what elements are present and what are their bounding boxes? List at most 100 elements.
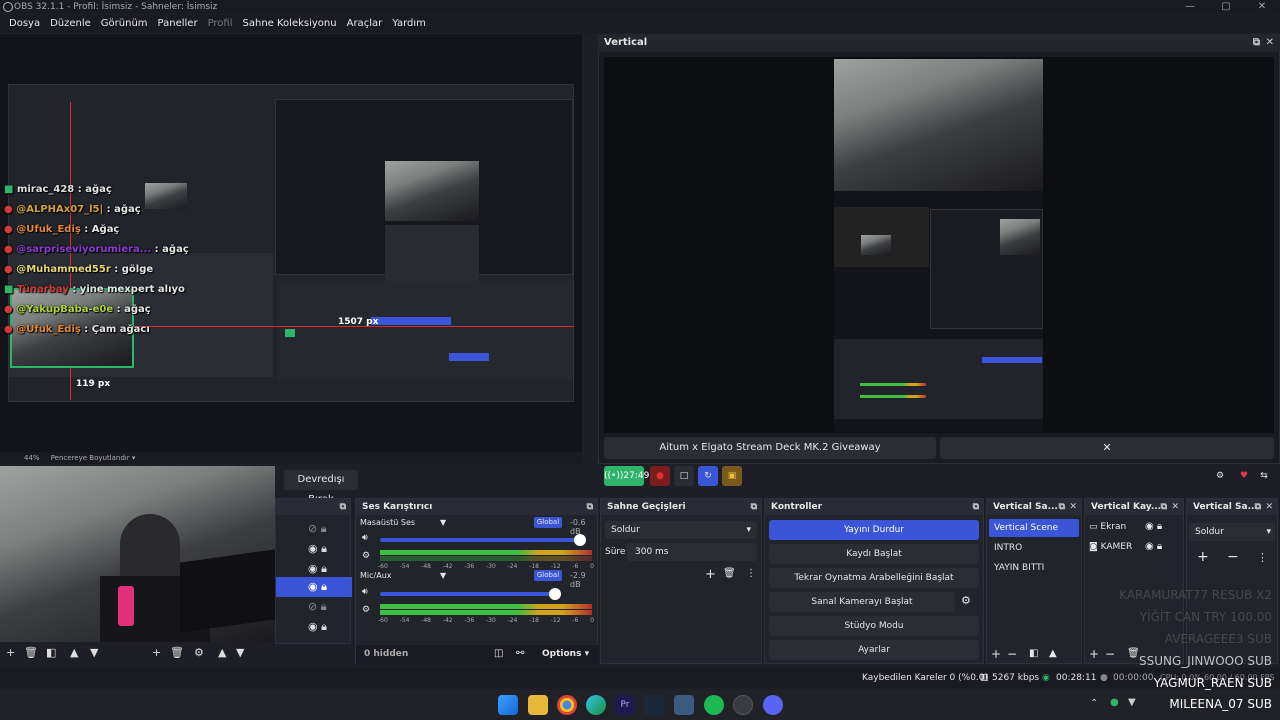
chevron-down-icon[interactable]: ▼	[440, 571, 446, 580]
filter-icon[interactable]: ◧	[1029, 648, 1038, 659]
gear-icon[interactable]: ⚙	[1210, 466, 1230, 486]
tray-icon[interactable]: ●	[1110, 697, 1119, 708]
options-button[interactable]: Options ▾	[542, 649, 589, 659]
remove-icon[interactable]: −	[1227, 549, 1239, 565]
add-icon[interactable]: +	[991, 647, 1001, 661]
vscene-item[interactable]: INTRO	[994, 543, 1022, 553]
remove-icon[interactable]: −	[1007, 647, 1017, 661]
add-icon[interactable]: +	[705, 567, 716, 582]
replay-buffer-button[interactable]: Tekrar Oynatma Arabelleğini Başlat	[769, 568, 979, 588]
float-icon[interactable]: ⧉	[1161, 499, 1167, 515]
move-down-icon[interactable]: ▼	[236, 646, 244, 659]
close-icon[interactable]: ✕	[1171, 499, 1179, 515]
gear-icon[interactable]: ⚙	[194, 646, 204, 659]
virtualcam-button[interactable]: ▣	[722, 466, 742, 486]
eye-off-icon[interactable]: ⊘ 🔒︎	[308, 597, 327, 617]
menu-araclar[interactable]: Araçlar	[342, 15, 388, 33]
volume-icon[interactable]: 🔊︎	[362, 533, 368, 543]
stop-stream-button[interactable]: Yayını Durdur	[769, 520, 979, 540]
close-icon[interactable]: ✕	[1244, 0, 1280, 14]
menu-duzenle[interactable]: Düzenle	[45, 15, 96, 33]
channel-tag[interactable]: Global	[534, 517, 562, 528]
close-icon[interactable]: ✕	[1069, 499, 1077, 515]
chevron-down-icon[interactable]: ▾	[132, 454, 136, 462]
more-icon[interactable]: ⋮	[746, 568, 756, 579]
file-explorer-icon[interactable]	[528, 695, 548, 715]
eye-icon[interactable]: ◉ 🔒︎	[308, 559, 327, 579]
record-button[interactable]: ●	[650, 466, 670, 486]
obs-icon[interactable]	[733, 695, 753, 715]
transition-select[interactable]: Soldur ▾	[605, 521, 757, 539]
trash-icon[interactable]: 🗑︎	[723, 568, 736, 579]
giveaway-banner[interactable]: Aitum x Elgato Stream Deck MK.2 Giveaway	[604, 437, 936, 459]
gear-icon[interactable]: ⚙	[362, 605, 370, 615]
add-icon[interactable]: +	[6, 646, 15, 659]
virtual-camera-button[interactable]: Sanal Kamerayı Başlat	[769, 592, 955, 612]
gear-icon[interactable]: ⚙	[961, 594, 971, 607]
menu-profil[interactable]: Profil	[203, 15, 238, 33]
premiere-icon[interactable]: Pr	[615, 695, 635, 715]
trash-icon[interactable]: 🗑︎	[24, 646, 38, 659]
add-source-icon[interactable]: +	[152, 646, 161, 659]
eye-icon[interactable]: ◉ 🔒︎	[1145, 541, 1162, 552]
main-preview[interactable]: 1507 px 119 px	[0, 34, 582, 452]
float-icon[interactable]: ⧉	[340, 499, 346, 515]
float-icon[interactable]: ⧉	[973, 499, 979, 515]
app-icon[interactable]	[674, 695, 694, 715]
steam-icon[interactable]	[644, 695, 664, 715]
move-up-icon[interactable]: ▲	[70, 646, 78, 659]
add-icon[interactable]: +	[1197, 549, 1209, 565]
giveaway-close-icon[interactable]: ✕	[940, 437, 1274, 459]
stop-button[interactable]: □	[674, 466, 694, 486]
discord-icon[interactable]	[763, 695, 783, 715]
spotify-icon[interactable]	[704, 695, 724, 715]
move-up-icon[interactable]: ▲	[218, 646, 226, 659]
lock-icon[interactable]: 🔒︎	[1157, 541, 1162, 552]
move-down-icon[interactable]: ▼	[90, 646, 98, 659]
vscene-item[interactable]: YAYIN BITTI	[994, 563, 1044, 573]
float-icon[interactable]: ⧉	[587, 499, 593, 515]
menu-yardim[interactable]: Yardım	[387, 15, 431, 33]
replay-button[interactable]: ↻	[698, 466, 718, 486]
eye-icon[interactable]: ◉ 🔒︎	[308, 539, 327, 559]
lock-icon[interactable]: 🔒︎	[321, 542, 327, 555]
eye-off-icon[interactable]: ⊘ 🔒︎	[308, 519, 327, 539]
menu-sahne-koleksiyonu[interactable]: Sahne Koleksiyonu	[238, 15, 342, 33]
tray-chevron-icon[interactable]: ⌃	[1090, 698, 1098, 709]
volume-slider[interactable]	[380, 592, 555, 596]
vertical-live-button[interactable]: ((•))27:49	[604, 466, 649, 486]
menu-paneller[interactable]: Paneller	[153, 15, 203, 33]
filter-icon[interactable]: 🗑︎	[1127, 648, 1140, 659]
dock-icon[interactable]: ⇆	[1254, 466, 1274, 486]
fit-window[interactable]: Pencereye Boyutlandır	[51, 454, 130, 462]
edge-icon[interactable]	[586, 695, 606, 715]
network-icon[interactable]: ▼	[1128, 697, 1136, 708]
layout-icon[interactable]: ◫	[494, 648, 503, 659]
menu-gorunum[interactable]: Görünüm	[96, 15, 153, 33]
vtransition-select[interactable]: Soldur ▾	[1189, 523, 1275, 541]
close-icon[interactable]: ✕	[1265, 499, 1273, 515]
remove-icon[interactable]: −	[1105, 647, 1115, 661]
duration-spinbox[interactable]: 300 ms	[627, 543, 757, 561]
trash-icon[interactable]: 🗑︎	[170, 646, 184, 659]
vsource-item[interactable]: ◙ KAMER	[1089, 542, 1132, 552]
close-icon[interactable]: ✕	[1266, 34, 1274, 52]
zoom-level[interactable]: 44%	[24, 454, 40, 462]
start-recording-button[interactable]: Kaydı Başlat	[769, 544, 979, 564]
volume-slider-handle[interactable]	[574, 534, 586, 546]
volume-slider-handle[interactable]	[549, 588, 561, 600]
maximize-icon[interactable]: ▢	[1208, 0, 1244, 14]
lock-icon[interactable]: 🔒︎	[1157, 521, 1162, 532]
move-up-icon[interactable]: ▲	[1049, 648, 1057, 659]
studio-mode-button[interactable]: Stüdyo Modu	[769, 616, 979, 636]
vsource-item[interactable]: ▭ Ekran	[1089, 522, 1126, 532]
chevron-down-icon[interactable]: ▼	[440, 518, 446, 527]
float-icon[interactable]: ⧉	[1059, 499, 1065, 515]
eye-icon[interactable]: ◉ 🔒︎	[1145, 521, 1162, 532]
volume-icon[interactable]: 🔊︎	[362, 587, 368, 597]
heart-icon[interactable]: ♥	[1234, 466, 1254, 486]
windows-start-icon[interactable]	[498, 695, 518, 715]
add-icon[interactable]: +	[1089, 647, 1099, 661]
channel-tag[interactable]: Global	[534, 570, 562, 581]
minimize-icon[interactable]: —	[1172, 0, 1208, 14]
